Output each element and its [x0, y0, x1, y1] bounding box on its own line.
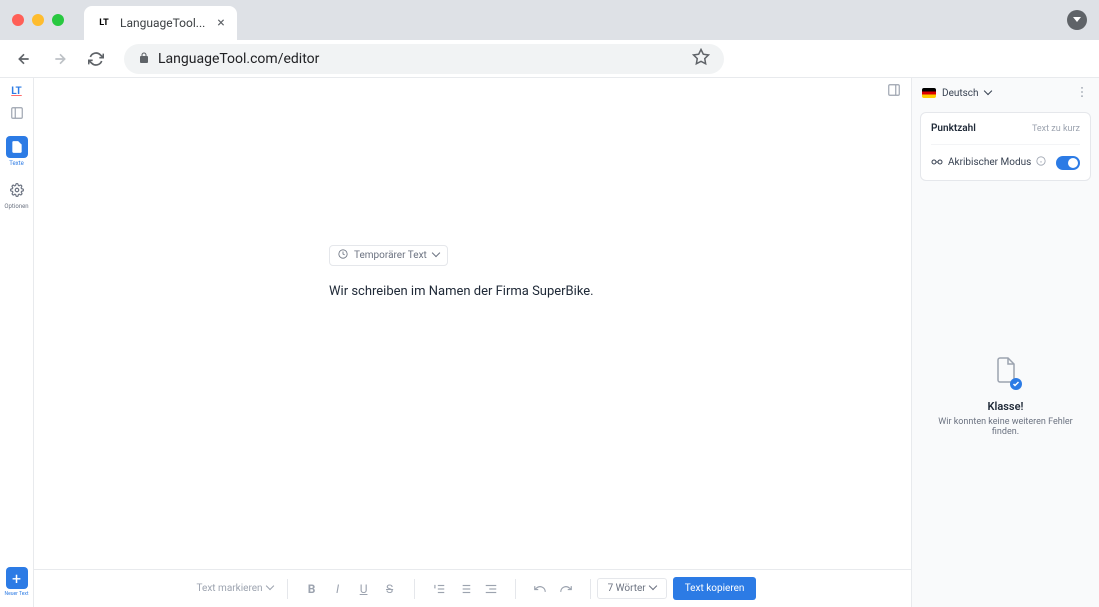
glasses-icon: [931, 155, 943, 170]
bullet-list-button[interactable]: [453, 577, 477, 601]
plus-icon: +: [6, 567, 28, 589]
flag-de-icon: [922, 88, 936, 98]
word-count-dropdown[interactable]: 7 Wörter: [597, 578, 667, 599]
url-text: LanguageTool.com/editor: [158, 51, 692, 67]
score-card: Punktzahl Text zu kurz Akribischer Modus: [920, 112, 1091, 181]
panel-header: Deutsch: [912, 78, 1099, 108]
format-group: B I U S: [294, 577, 408, 601]
editor-top-bar: [34, 78, 911, 104]
back-button[interactable]: [10, 45, 38, 73]
more-menu-icon[interactable]: [1075, 84, 1089, 103]
temporary-text-badge[interactable]: Temporärer Text: [329, 245, 448, 266]
score-status: Text zu kurz: [1032, 124, 1080, 134]
browser-chrome: LT LanguageTool... ×: [0, 0, 1099, 40]
language-label: Deutsch: [942, 88, 979, 99]
numbered-list-button[interactable]: [427, 577, 451, 601]
editor-content[interactable]: Temporärer Text Wir schreiben im Namen d…: [34, 104, 911, 607]
document-icon: [6, 136, 28, 158]
info-icon[interactable]: [1036, 156, 1046, 169]
score-label: Punktzahl: [931, 123, 976, 134]
separator: [590, 579, 591, 599]
score-row: Punktzahl Text zu kurz: [931, 123, 1080, 134]
editor-text-content[interactable]: Wir schreiben im Namen der Firma SuperBi…: [329, 284, 911, 299]
list-group: [421, 577, 509, 601]
word-count-label: 7 Wörter: [608, 583, 646, 594]
sidebar-item-texts[interactable]: Texte: [3, 132, 31, 171]
reload-button[interactable]: [82, 45, 110, 73]
tab-title: LanguageTool...: [120, 16, 205, 30]
redo-button[interactable]: [554, 577, 578, 601]
empty-state-subtitle: Wir konnten keine weiteren Fehler finden…: [926, 417, 1085, 437]
sidebar-item-label: Texte: [9, 160, 24, 167]
history-group: [522, 577, 584, 601]
toggle-right-panel-icon[interactable]: [887, 82, 901, 101]
chevron-down-icon: [433, 250, 439, 261]
separator: [287, 579, 288, 599]
browser-tab[interactable]: LT LanguageTool... ×: [84, 6, 237, 40]
mode-label: Akribischer Modus: [948, 157, 1031, 168]
sidebar-item-options[interactable]: Optionen: [3, 175, 31, 214]
italic-button[interactable]: I: [326, 577, 350, 601]
left-sidebar: LT Texte Optionen + Neuer Text: [0, 78, 34, 607]
close-window-button[interactable]: [12, 14, 24, 26]
chevron-down-icon: [267, 583, 273, 594]
highlight-label: Text markieren: [197, 583, 263, 594]
picky-mode-row: Akribischer Modus: [931, 144, 1080, 170]
underline-button[interactable]: U: [352, 577, 376, 601]
chevron-down-icon: [650, 583, 656, 594]
app-logo-icon[interactable]: LT: [11, 86, 22, 97]
forward-button[interactable]: [46, 45, 74, 73]
right-panel: Deutsch Punktzahl Text zu kurz Akribisch…: [911, 78, 1099, 607]
document-check-icon: [994, 356, 1018, 388]
empty-state: Klasse! Wir konnten keine weiteren Fehle…: [912, 185, 1099, 607]
bold-button[interactable]: B: [300, 577, 324, 601]
chevron-down-icon: [985, 88, 991, 99]
window-controls: [12, 14, 64, 26]
strikethrough-button[interactable]: S: [378, 577, 402, 601]
bottom-toolbar: Text markieren B I U S: [34, 569, 911, 607]
sidebar-item-label: Optionen: [4, 203, 28, 210]
new-text-label: Neuer Text: [5, 591, 29, 597]
clock-icon: [338, 249, 348, 262]
tab-favicon-icon: LT: [96, 15, 112, 31]
lock-icon: [138, 49, 150, 68]
separator: [414, 579, 415, 599]
collapse-sidebar-icon[interactable]: [10, 105, 24, 124]
tab-close-icon[interactable]: ×: [217, 15, 224, 31]
new-text-button[interactable]: + Neuer Text: [3, 567, 31, 597]
profile-icon[interactable]: [1067, 10, 1087, 30]
address-bar[interactable]: LanguageTool.com/editor: [124, 44, 724, 74]
maximize-window-button[interactable]: [52, 14, 64, 26]
separator: [515, 579, 516, 599]
highlight-dropdown[interactable]: Text markieren: [189, 579, 281, 598]
empty-state-title: Klasse!: [988, 400, 1024, 413]
editor-area: Temporärer Text Wir schreiben im Namen d…: [34, 78, 911, 607]
undo-button[interactable]: [528, 577, 552, 601]
minimize-window-button[interactable]: [32, 14, 44, 26]
temp-text-label: Temporärer Text: [354, 250, 427, 261]
language-selector[interactable]: Deutsch: [922, 88, 991, 99]
bookmark-star-icon[interactable]: [692, 48, 710, 70]
picky-mode-toggle[interactable]: [1056, 156, 1080, 170]
indent-button[interactable]: [479, 577, 503, 601]
app-container: LT Texte Optionen + Neuer Text: [0, 78, 1099, 607]
gear-icon: [6, 179, 28, 201]
browser-toolbar: LanguageTool.com/editor: [0, 40, 1099, 78]
copy-text-button[interactable]: Text kopieren: [673, 577, 757, 600]
